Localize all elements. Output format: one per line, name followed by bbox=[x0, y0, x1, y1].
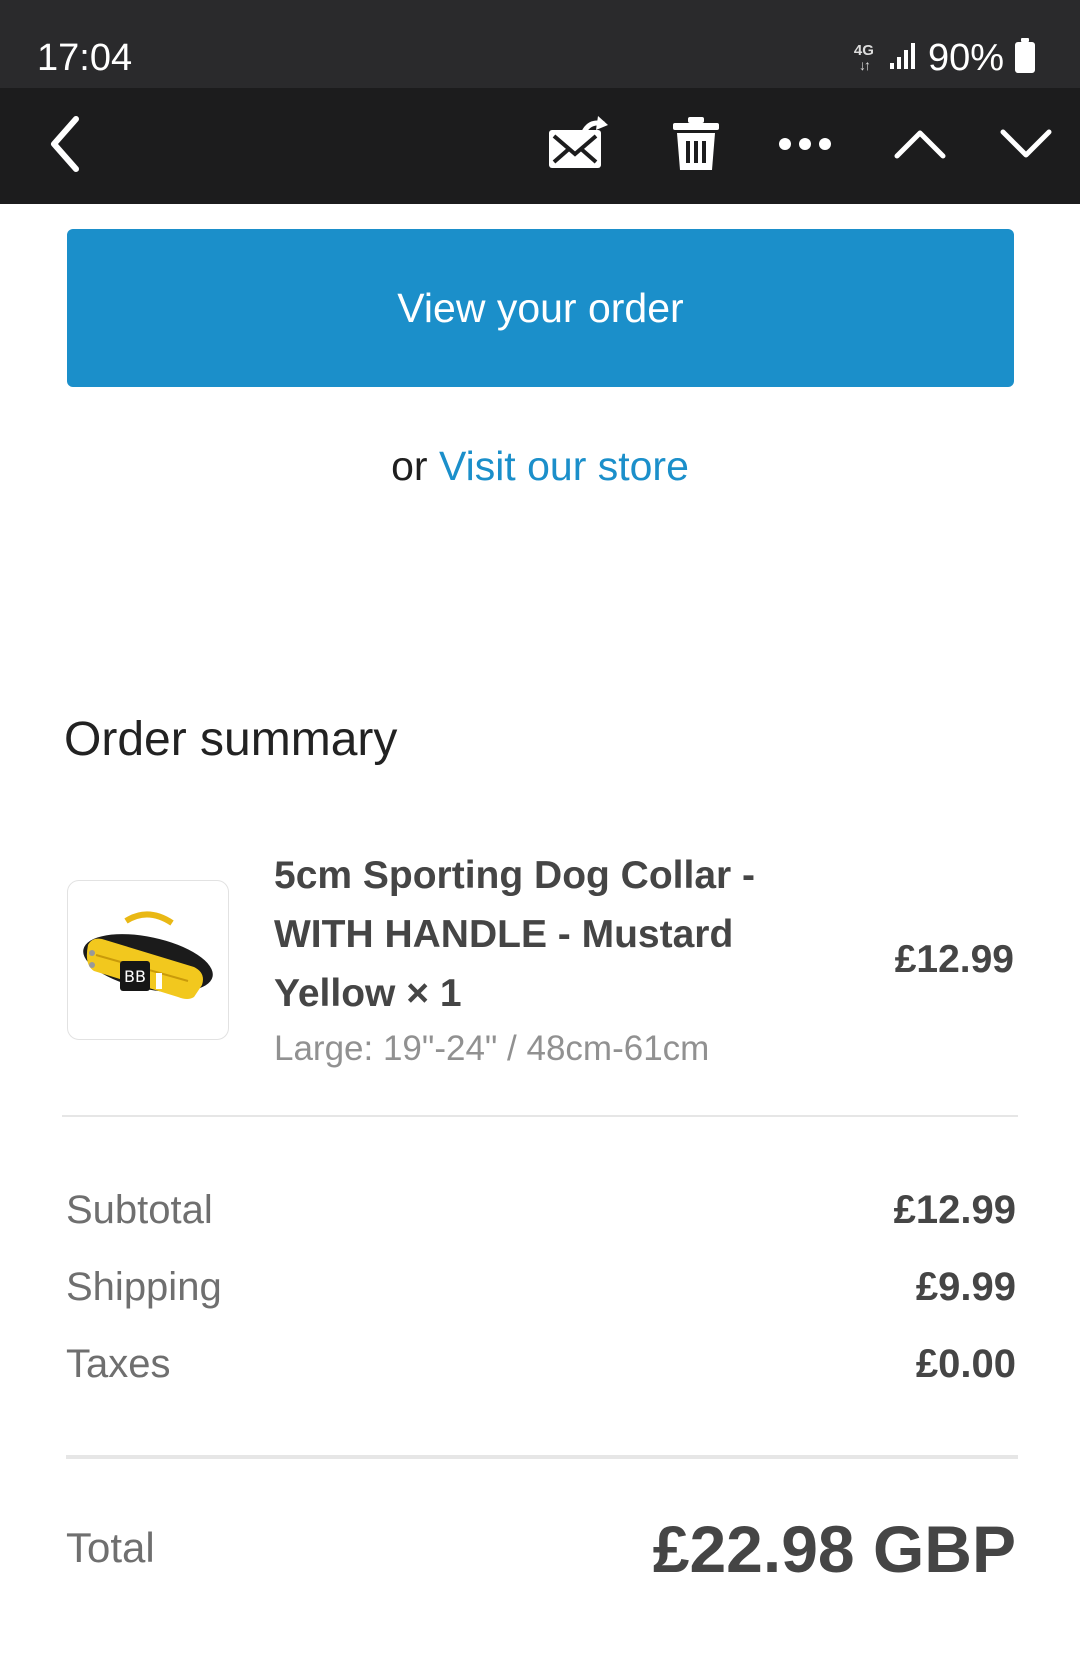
product-price: £12.99 bbox=[894, 938, 1014, 981]
visit-store-line: or Visit our store bbox=[0, 440, 1080, 492]
total-label: Total bbox=[66, 1524, 155, 1571]
order-summary-title: Order summary bbox=[64, 713, 398, 766]
shipping-label: Shipping bbox=[66, 1265, 222, 1309]
product-image[interactable]: BB bbox=[67, 880, 229, 1040]
svg-text:BB: BB bbox=[124, 967, 146, 986]
delete-button[interactable] bbox=[660, 88, 732, 204]
total-value: £22.98 GBP bbox=[652, 1512, 1016, 1586]
back-icon bbox=[48, 115, 82, 178]
mark-unread-button[interactable] bbox=[540, 88, 616, 204]
visit-store-link[interactable]: Visit our store bbox=[439, 443, 689, 489]
mark-unread-icon bbox=[546, 115, 610, 177]
taxes-label: Taxes bbox=[66, 1342, 171, 1386]
item-divider bbox=[62, 1115, 1018, 1117]
trash-icon bbox=[671, 116, 721, 177]
product-title: 5cm Sporting Dog Collar - WITH HANDLE - … bbox=[274, 846, 794, 1023]
back-button[interactable] bbox=[30, 88, 100, 204]
more-button[interactable] bbox=[770, 88, 840, 204]
taxes-value: £0.00 bbox=[915, 1342, 1016, 1386]
shipping-value: £9.99 bbox=[915, 1265, 1016, 1309]
battery-level: 90% bbox=[927, 37, 1004, 79]
battery-icon bbox=[1014, 37, 1036, 79]
network-arrows: ↓↑ bbox=[858, 57, 871, 73]
chevron-up-icon bbox=[894, 129, 946, 164]
network-type: 4G bbox=[853, 42, 874, 59]
subtotal-value: £12.99 bbox=[893, 1188, 1016, 1232]
chevron-down-icon bbox=[1000, 129, 1052, 164]
subtotal-label: Subtotal bbox=[66, 1188, 213, 1232]
product-title-line: Yellow × 1 bbox=[274, 972, 462, 1015]
status-bar: 17:04 4G ↓↑ 90% bbox=[0, 0, 1080, 88]
next-email-button[interactable] bbox=[986, 88, 1066, 204]
product-title-line: WITH HANDLE - Mustard bbox=[274, 913, 734, 956]
network-indicator: 4G ↓↑ bbox=[850, 43, 878, 73]
email-toolbar bbox=[0, 88, 1080, 204]
signal-icon bbox=[888, 41, 918, 76]
status-indicators: 4G ↓↑ 90% bbox=[850, 36, 1036, 80]
product-title-line: 5cm Sporting Dog Collar - bbox=[274, 854, 756, 897]
previous-email-button[interactable] bbox=[880, 88, 960, 204]
status-time: 17:04 bbox=[37, 37, 133, 79]
total-divider bbox=[66, 1455, 1018, 1459]
view-order-button[interactable]: View your order bbox=[67, 229, 1014, 387]
more-icon bbox=[777, 136, 833, 157]
product-variant: Large: 19"-24" / 48cm-61cm bbox=[274, 1029, 710, 1068]
or-text: or bbox=[391, 443, 428, 489]
